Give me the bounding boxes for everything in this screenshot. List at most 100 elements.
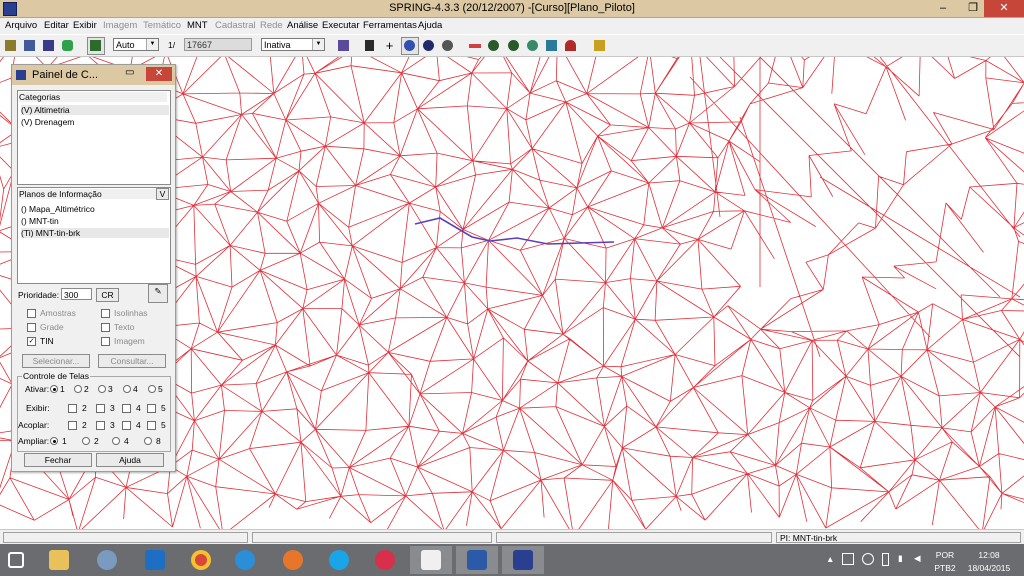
consultar-button[interactable]: Consultar... — [98, 354, 166, 368]
menu-ferramentas[interactable]: Ferramentas — [363, 20, 417, 31]
isolinhas-label: Isolinhas — [114, 308, 148, 318]
ativar-radio-4[interactable] — [123, 385, 131, 393]
menu-analise[interactable]: Análise — [287, 20, 318, 31]
planos-view-button[interactable]: V — [156, 188, 169, 200]
show-hidden-icons[interactable]: ▲ — [826, 554, 834, 564]
panel-close-button[interactable]: ✕ — [146, 67, 172, 81]
layers-tool-icon[interactable] — [40, 37, 58, 55]
windows-start-button[interactable] — [0, 546, 42, 574]
exibir-checkbox-2[interactable] — [68, 404, 77, 413]
texto-checkbox[interactable] — [101, 323, 110, 332]
exibir-checkbox-3[interactable] — [96, 404, 105, 413]
prioridade-input[interactable]: 300 — [61, 288, 92, 300]
edit-tool-icon[interactable] — [401, 37, 419, 55]
amostras-checkbox[interactable] — [27, 309, 36, 318]
menu-rede[interactable]: Rede — [260, 20, 283, 31]
panel-minimize-button[interactable]: ▭ — [125, 67, 134, 78]
ajuda-button[interactable]: Ajuda — [96, 453, 164, 467]
itunes-icon[interactable] — [364, 546, 406, 574]
zoom-mode-select[interactable]: Auto ▼ — [113, 38, 159, 51]
acoplar-checkbox-2[interactable] — [68, 421, 77, 430]
category-item[interactable]: (V) Drenagem — [21, 117, 74, 127]
categories-list[interactable]: Categorias (V) Altimetria (V) Drenagem — [17, 90, 171, 185]
imagem-checkbox[interactable] — [101, 337, 110, 346]
zoom-out-icon[interactable] — [505, 37, 523, 55]
flag-icon[interactable] — [842, 553, 854, 565]
acoplar-checkbox-3[interactable] — [96, 421, 105, 430]
ampliar-radio-1[interactable] — [50, 437, 58, 445]
chrome-icon[interactable] — [180, 546, 222, 574]
minimize-button[interactable]: – — [930, 0, 956, 17]
eraser-tool-icon[interactable] — [59, 37, 77, 55]
acoplar-checkbox-4[interactable] — [122, 421, 131, 430]
fechar-button[interactable]: Fechar — [24, 453, 92, 467]
skype-icon[interactable] — [318, 546, 360, 574]
crosshair-tool-icon[interactable]: + — [381, 37, 399, 55]
ativar-radio-2[interactable] — [74, 385, 82, 393]
isolinhas-checkbox[interactable] — [101, 309, 110, 318]
pan-tool-icon[interactable] — [543, 37, 561, 55]
acoplar-checkbox-5[interactable] — [147, 421, 156, 430]
keyboard-layout[interactable]: PTB2 — [932, 563, 958, 573]
drawing-app-icon[interactable] — [410, 546, 452, 574]
spring-taskbar-icon[interactable] — [502, 546, 544, 574]
ampliar-label: Ampliar: — [18, 436, 50, 446]
zoom-area-icon[interactable] — [524, 37, 542, 55]
pencil-icon[interactable]: ✎ — [148, 284, 168, 303]
network-icon[interactable] — [86, 546, 128, 574]
draw-tool-icon[interactable] — [466, 37, 484, 55]
selecionar-button[interactable]: Selecionar... — [22, 354, 90, 368]
clock-time[interactable]: 12:08 — [966, 550, 1012, 560]
help-icon[interactable] — [591, 37, 609, 55]
maximize-button[interactable]: ❐ — [960, 0, 986, 17]
menu-arquivo[interactable]: Arquivo — [5, 20, 37, 31]
sync-icon[interactable] — [862, 553, 874, 565]
language-indicator[interactable]: POR — [934, 550, 956, 560]
menu-exibir[interactable]: Exibir — [73, 20, 97, 31]
word-icon[interactable] — [456, 546, 498, 574]
project-tool-icon[interactable] — [21, 37, 39, 55]
info-icon[interactable] — [420, 37, 438, 55]
menu-tematico[interactable]: Temático — [143, 20, 181, 31]
menu-mnt[interactable]: MNT — [187, 20, 208, 31]
zoom-in-icon[interactable] — [485, 37, 503, 55]
ampliar-radio-8[interactable] — [144, 437, 152, 445]
internet-explorer-icon[interactable] — [224, 546, 266, 574]
firefox-icon[interactable] — [272, 546, 314, 574]
menu-editar[interactable]: Editar — [44, 20, 69, 31]
cr-button[interactable]: CR — [96, 288, 119, 302]
wifi-icon[interactable]: ▮ — [898, 553, 903, 564]
close-button[interactable]: ✕ — [984, 0, 1024, 17]
category-item[interactable]: (V) Altimetria — [21, 105, 169, 115]
file-explorer-icon[interactable] — [38, 546, 80, 574]
pointer-tool-icon[interactable] — [362, 37, 380, 55]
exibir-checkbox-4[interactable] — [122, 404, 131, 413]
cursor-info-icon[interactable] — [335, 37, 353, 55]
panel-tool-icon[interactable] — [87, 37, 105, 55]
menu-imagem[interactable]: Imagem — [103, 20, 137, 31]
undo-icon[interactable] — [562, 37, 580, 55]
ampliar-radio-4[interactable] — [112, 437, 120, 445]
ativar-radio-1[interactable] — [50, 385, 58, 393]
grade-checkbox[interactable] — [27, 323, 36, 332]
scale-input[interactable]: 17667 — [184, 38, 252, 51]
ativar-radio-5[interactable] — [148, 385, 156, 393]
clock-date[interactable]: 18/04/2015 — [962, 563, 1016, 573]
query-tool-icon[interactable] — [439, 37, 457, 55]
ampliar-radio-2[interactable] — [82, 437, 90, 445]
tin-checkbox[interactable]: ✓ — [27, 337, 36, 346]
menu-cadastral[interactable]: Cadastral — [215, 20, 256, 31]
planos-list[interactable]: Planos de Informação V () Mapa_Altimétri… — [17, 187, 171, 284]
database-tool-icon[interactable] — [2, 37, 20, 55]
battery-icon[interactable] — [882, 553, 889, 566]
plano-item[interactable]: () Mapa_Altimétrico — [21, 204, 95, 214]
plano-item[interactable]: () MNT-tin — [21, 216, 59, 226]
ativar-radio-3[interactable] — [98, 385, 106, 393]
plano-item-selected[interactable]: (Ti) MNT-tin-brk — [21, 228, 169, 238]
exibir-checkbox-5[interactable] — [147, 404, 156, 413]
volume-icon[interactable]: ◀ — [914, 553, 921, 564]
menu-executar[interactable]: Executar — [322, 20, 360, 31]
outlook-icon[interactable] — [134, 546, 176, 574]
cursor-mode-select[interactable]: Inativa ▼ — [261, 38, 325, 51]
menu-ajuda[interactable]: Ajuda — [418, 20, 442, 31]
